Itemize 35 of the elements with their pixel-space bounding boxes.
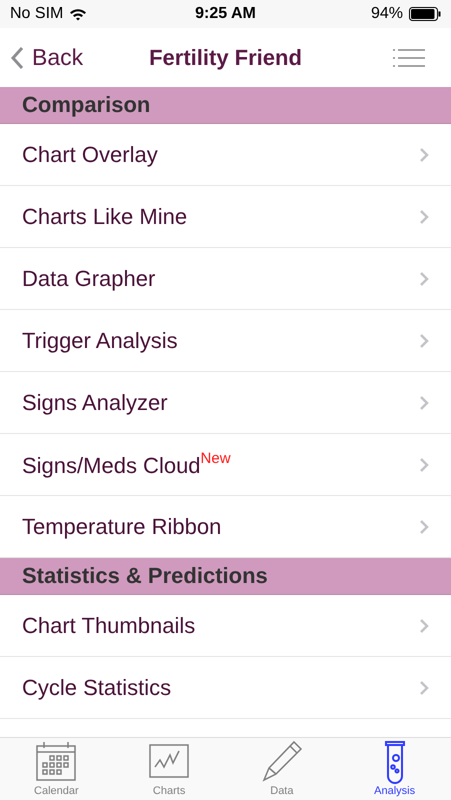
tab-item[interactable]: Charts xyxy=(112,738,226,800)
carrier-label: No SIM xyxy=(10,5,64,23)
list-item[interactable]: Signs/Meds Cloud$^{New}$ xyxy=(0,434,451,496)
new-label: New xyxy=(200,450,231,467)
chevron-icon xyxy=(419,270,429,286)
chevron-icon xyxy=(419,394,429,410)
list-item[interactable]: Signs Analyzer xyxy=(0,372,451,434)
chevron-left-icon xyxy=(10,46,24,70)
calendar-icon xyxy=(34,740,78,784)
list-item[interactable]: Trigger Analysis xyxy=(0,310,451,372)
tab-item[interactable]: Data xyxy=(226,738,338,800)
wifi-icon xyxy=(69,8,88,20)
time-label: 9:25 AM xyxy=(195,5,256,23)
section-header: Statistics & Predictions xyxy=(0,558,451,595)
section-header: Comparison xyxy=(0,87,451,124)
battery-icon xyxy=(409,7,441,21)
chevron-icon xyxy=(419,618,429,634)
chevron-icon xyxy=(419,680,429,696)
pencil-icon xyxy=(260,740,304,784)
tab-item[interactable]: Calendar xyxy=(0,738,113,800)
list-item[interactable]: Chart Overlay xyxy=(0,124,451,186)
tab-item[interactable]: Analysis xyxy=(338,738,451,800)
menu-icon[interactable] xyxy=(393,48,425,68)
screen-title: Fertility Friend xyxy=(149,44,302,70)
list-item[interactable]: Chart Thumbnails xyxy=(0,595,451,657)
chevron-icon xyxy=(419,146,429,162)
list-item[interactable]: Charts Like Mine xyxy=(0,186,451,248)
back-button[interactable]: Back xyxy=(10,44,84,71)
list-item[interactable]: Data Grapher xyxy=(0,248,451,310)
chevron-icon xyxy=(419,456,429,472)
chevron-icon xyxy=(419,208,429,224)
list-item[interactable]: Cycle Statistics xyxy=(0,657,451,719)
battery-percent: 94% xyxy=(370,5,403,23)
chevron-icon xyxy=(419,332,429,348)
chevron-icon xyxy=(419,518,429,534)
